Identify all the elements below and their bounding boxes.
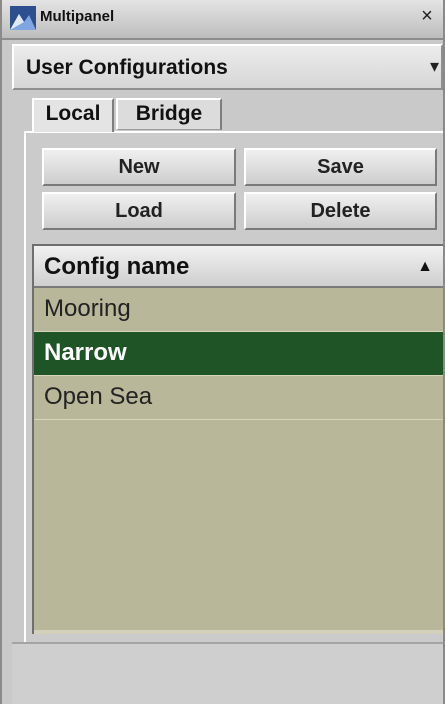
close-icon[interactable]: × [417,6,437,26]
load-button[interactable]: Load [42,192,236,230]
column-header-config-name[interactable]: Config name ▲ [34,246,443,288]
list-bottom-edge [34,630,443,634]
dropdown-label: User Configurations [26,56,228,79]
multipanel-app-icon [10,6,36,30]
chevron-down-icon: ▾ [429,56,439,76]
tab-bridge[interactable]: Bridge [116,98,222,130]
sort-ascending-icon: ▲ [417,258,433,275]
title-bar[interactable]: Multipanel × [2,0,443,40]
tab-local[interactable]: Local [32,98,114,132]
window-title: Multipanel [40,8,115,25]
list-item-open-sea[interactable]: Open Sea [34,376,443,420]
config-list[interactable]: Config name ▲ Mooring Narrow Open Sea [32,244,443,634]
list-item-label: Open Sea [44,383,153,410]
save-button[interactable]: Save [244,148,437,186]
footer-area [12,642,443,704]
delete-button[interactable]: Delete [244,192,437,230]
new-button[interactable]: New [42,148,236,186]
list-item-narrow[interactable]: Narrow [34,332,443,376]
multipanel-window: Multipanel × User Configurations ▾ Local… [0,0,445,704]
list-item-label: Narrow [44,339,127,366]
list-item-label: Mooring [44,295,131,322]
list-item-mooring[interactable]: Mooring [34,288,443,332]
column-header-label: Config name [44,253,190,280]
configurations-dropdown[interactable]: User Configurations ▾ [12,44,443,90]
